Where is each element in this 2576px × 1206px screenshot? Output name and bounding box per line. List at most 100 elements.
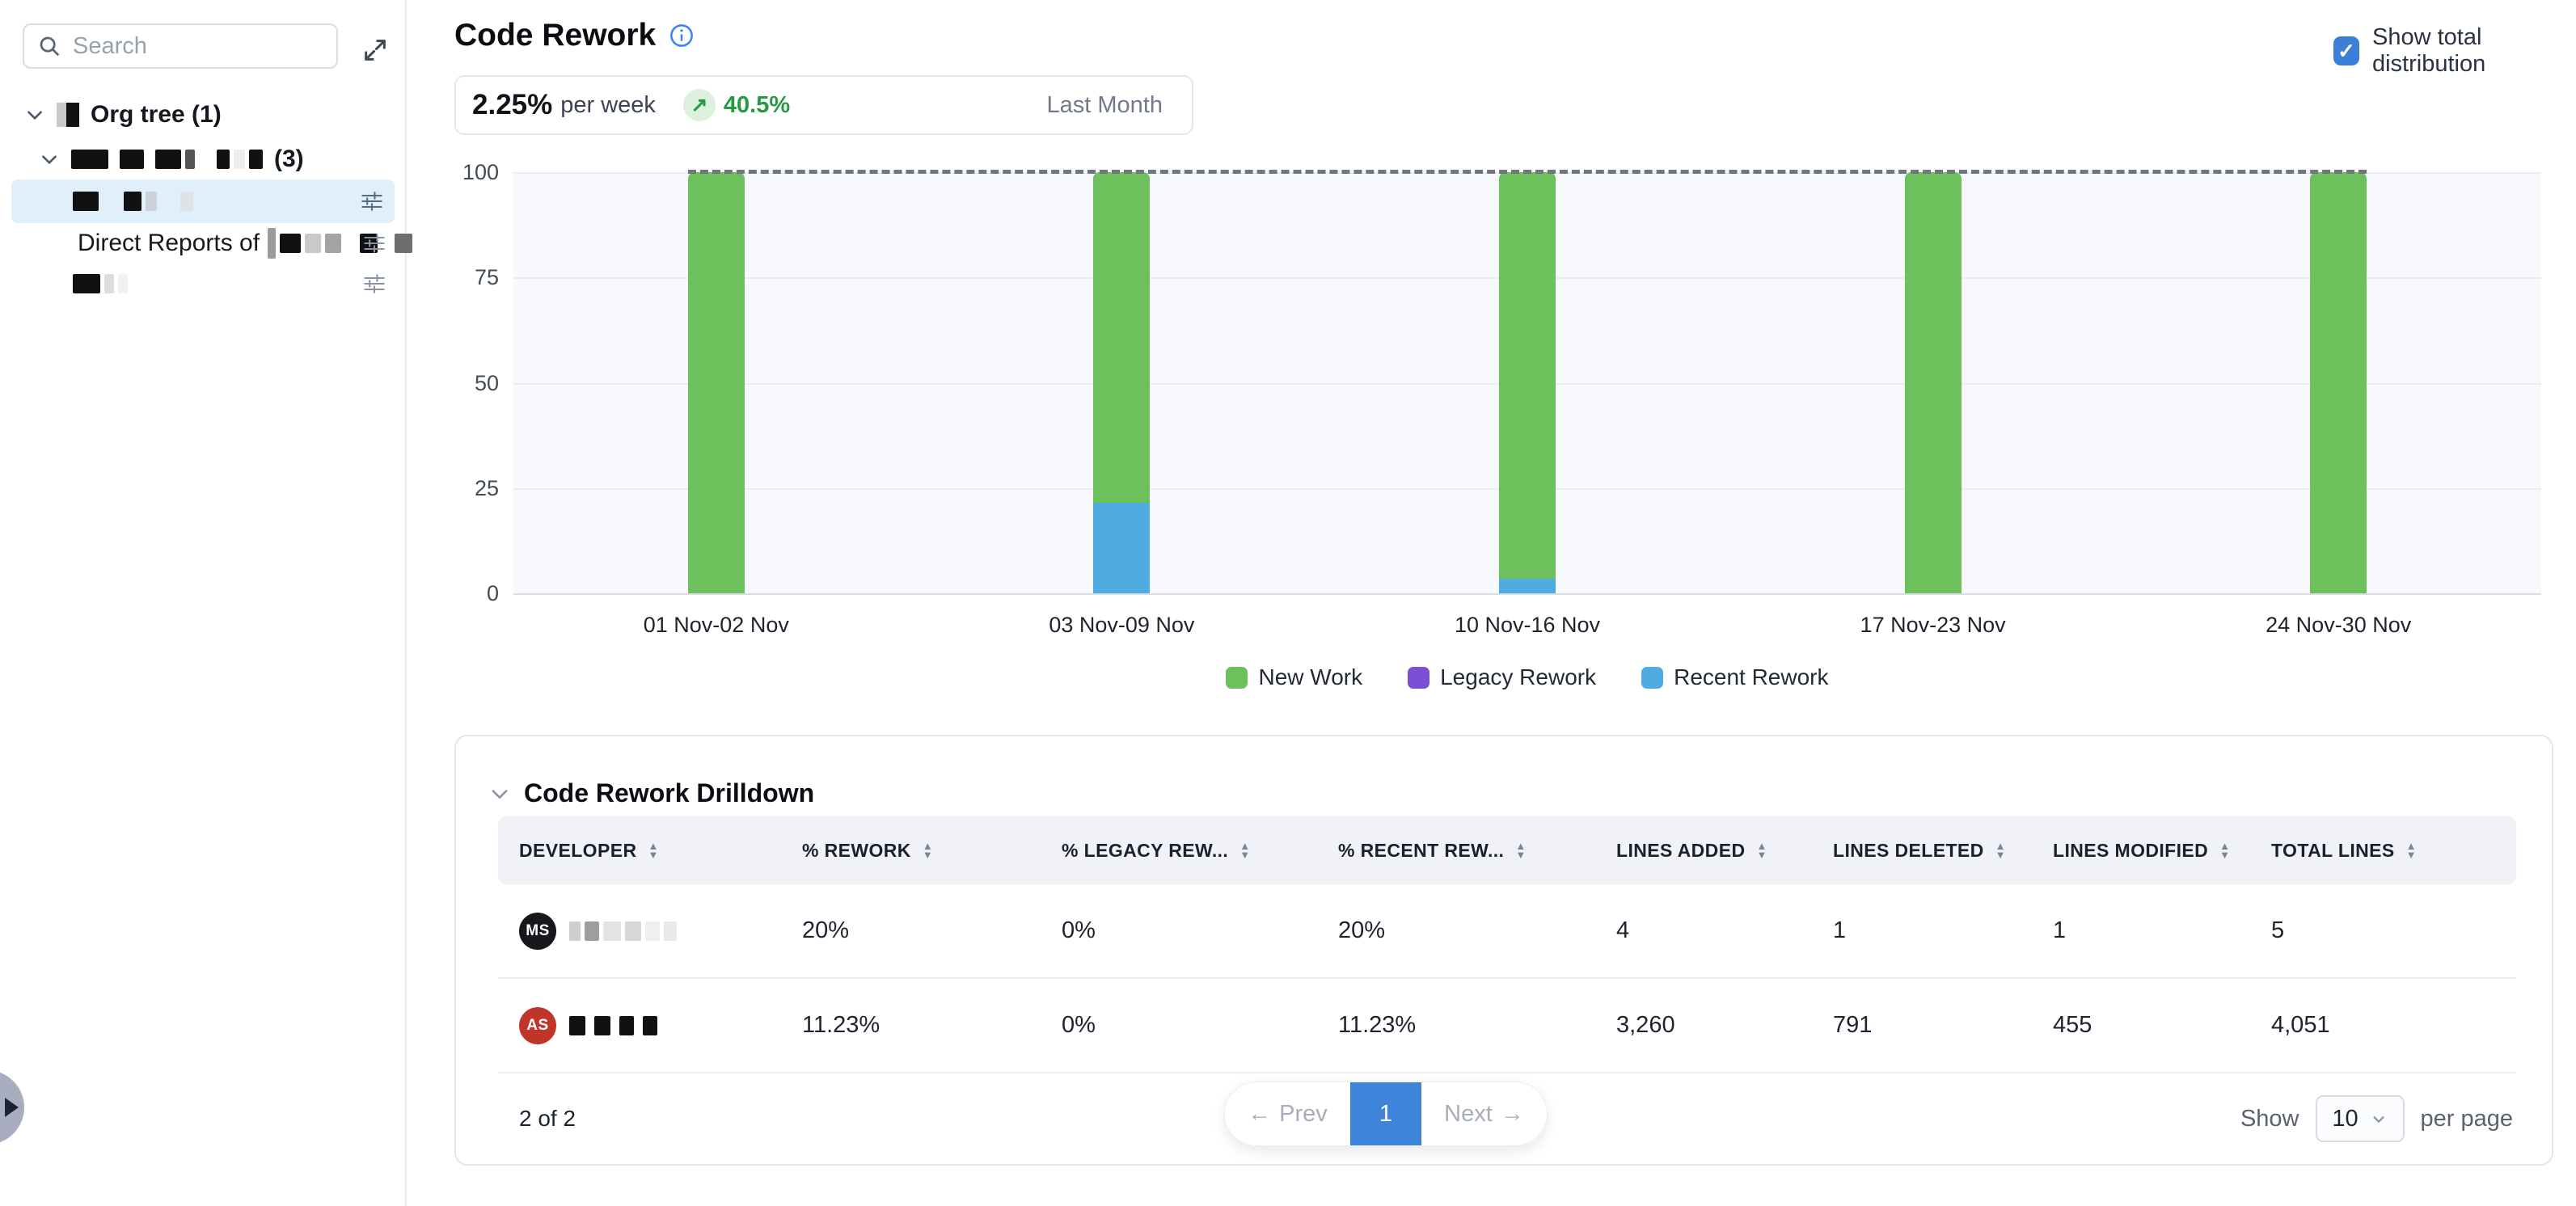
org-tree-icon	[57, 103, 79, 127]
column-label: TOTAL LINES	[2271, 840, 2395, 862]
pagination: ← Prev 1 Next →	[1224, 1082, 1548, 1146]
search-icon	[37, 34, 61, 58]
tree-item-label: Direct Reports of	[78, 230, 260, 257]
tree-item-label: Org tree (1)	[91, 101, 222, 129]
filter-icon[interactable]	[361, 190, 383, 213]
column-header[interactable]: TOTAL LINES ▲▼	[2271, 840, 2516, 862]
developer-cell: MS	[498, 913, 802, 950]
org-sidebar: Org tree (1) (3)	[0, 0, 407, 1206]
sidebar-search	[23, 23, 338, 69]
stacked-bar	[688, 172, 745, 593]
table-cell: 11.23%	[1338, 1012, 1616, 1039]
legend-swatch	[1226, 667, 1248, 689]
column-label: LINES ADDED	[1616, 840, 1745, 862]
stacked-bar	[1905, 172, 1962, 593]
legend-label: Legacy Rework	[1440, 664, 1596, 690]
redacted-name	[73, 192, 193, 211]
table-cell: 791	[1833, 1012, 2053, 1039]
sort-icon[interactable]: ▲▼	[1239, 841, 1250, 859]
rework-chart: 025507510001 Nov-02 Nov03 Nov-09 Nov10 N…	[433, 172, 2555, 657]
chevron-down-icon[interactable]	[39, 149, 60, 170]
arrow-left-icon: ←	[1248, 1101, 1271, 1128]
table-cell: 4	[1616, 917, 1833, 944]
sort-icon[interactable]: ▲▼	[1995, 841, 2006, 859]
table-footer: 2 of 2 ← Prev 1 Next → Show 10 per page	[498, 1073, 2513, 1164]
column-header[interactable]: LINES ADDED ▲▼	[1616, 840, 1833, 862]
table-cell: 20%	[802, 917, 1062, 944]
table-row: MS20%0%20%4115	[498, 884, 2516, 979]
column-header[interactable]: % LEGACY REW...▲▼	[1062, 840, 1338, 862]
show-total-distribution: ✓ Show total distribution	[2333, 24, 2576, 78]
column-header[interactable]: LINES MODIFIED ▲▼	[2053, 840, 2271, 862]
gridline	[513, 593, 2541, 595]
info-icon[interactable]	[669, 23, 695, 48]
column-label: LINES MODIFIED	[2053, 840, 2208, 862]
tree-item-org-root[interactable]: Org tree (1)	[24, 99, 222, 131]
next-page-button[interactable]: Next →	[1421, 1082, 1547, 1145]
column-header[interactable]: LINES DELETED ▲▼	[1833, 840, 2053, 862]
legend-item[interactable]: Legacy Rework	[1408, 664, 1596, 690]
table-cell: 0%	[1062, 1012, 1338, 1039]
column-label: LINES DELETED	[1833, 840, 1984, 862]
column-label: DEVELOPER	[519, 840, 636, 862]
trend-up-icon: ↗	[683, 89, 716, 121]
legend-label: Recent Rework	[1674, 664, 1828, 690]
table-header-row: DEVELOPER▲▼% REWORK▲▼% LEGACY REW...▲▼% …	[498, 816, 2516, 884]
avatar: MS	[519, 913, 556, 950]
sort-icon[interactable]: ▲▼	[2406, 841, 2417, 859]
sidebar-expand-icon[interactable]	[359, 34, 391, 66]
prev-page-button[interactable]: ← Prev	[1225, 1082, 1350, 1145]
column-header[interactable]: % REWORK▲▼	[802, 840, 1062, 862]
y-axis-tick: 50	[433, 371, 499, 396]
drilldown-table: DEVELOPER▲▼% REWORK▲▼% LEGACY REW...▲▼% …	[498, 816, 2516, 1073]
show-total-checkbox[interactable]: ✓	[2333, 36, 2359, 65]
stacked-bar	[2310, 172, 2367, 593]
filter-icon[interactable]	[363, 272, 386, 295]
chevron-down-icon[interactable]	[488, 782, 511, 805]
tree-item-count: (3)	[274, 145, 304, 173]
table-body: MS20%0%20%4115AS11.23%0%11.23%3,26079145…	[498, 884, 2516, 1073]
filter-icon[interactable]	[363, 232, 386, 255]
sort-icon[interactable]: ▲▼	[1515, 841, 1526, 859]
bar-segment	[1499, 172, 1556, 579]
stacked-bar	[1093, 172, 1150, 593]
x-axis-label: 03 Nov-09 Nov	[992, 613, 1251, 638]
search-input[interactable]	[73, 33, 378, 60]
sort-icon[interactable]: ▲▼	[648, 841, 658, 859]
redacted-name	[268, 228, 412, 259]
tree-item-bottom[interactable]	[73, 268, 128, 299]
bar-segment	[1905, 172, 1962, 593]
delta-value: 40.5%	[724, 92, 790, 119]
table-cell: 1	[2053, 917, 2271, 944]
page-header: Code Rework	[454, 18, 695, 53]
legend-item[interactable]: New Work	[1226, 664, 1362, 690]
x-axis-label: 10 Nov-16 Nov	[1398, 613, 1657, 638]
bar-segment	[1499, 579, 1556, 593]
row-count-label: 2 of 2	[519, 1106, 576, 1132]
tree-item-direct-reports[interactable]: Direct Reports of	[78, 228, 412, 259]
column-header[interactable]: % RECENT REW... ▲▼	[1338, 840, 1616, 862]
drilldown-header[interactable]: Code Rework Drilldown	[488, 778, 814, 808]
current-page-button[interactable]: 1	[1350, 1082, 1421, 1145]
sort-icon[interactable]: ▲▼	[2219, 841, 2230, 859]
column-label: % RECENT REW...	[1338, 840, 1504, 862]
tree-item-selected[interactable]	[11, 179, 395, 223]
y-axis-tick: 75	[433, 265, 499, 290]
page-size-dropdown[interactable]: 10	[2316, 1095, 2405, 1142]
show-label: Show	[2240, 1106, 2299, 1132]
chart-legend: New Work Legacy Rework Recent Rework	[513, 659, 2541, 696]
drilldown-title: Code Rework Drilldown	[524, 778, 814, 808]
arrow-right-icon: →	[1501, 1101, 1524, 1128]
legend-swatch	[1408, 667, 1429, 689]
tree-item-group[interactable]: (3)	[39, 144, 304, 175]
sort-icon[interactable]: ▲▼	[1756, 841, 1767, 859]
redacted-name	[71, 150, 263, 169]
bar-segment	[688, 172, 745, 593]
table-cell: 4,051	[2271, 1012, 2516, 1039]
sort-icon[interactable]: ▲▼	[923, 841, 933, 859]
table-cell: 5	[2271, 917, 2516, 944]
table-cell: 455	[2053, 1012, 2271, 1039]
column-header[interactable]: DEVELOPER ▲▼	[498, 840, 802, 862]
legend-item[interactable]: Recent Rework	[1641, 664, 1828, 690]
chevron-down-icon[interactable]	[24, 104, 45, 125]
